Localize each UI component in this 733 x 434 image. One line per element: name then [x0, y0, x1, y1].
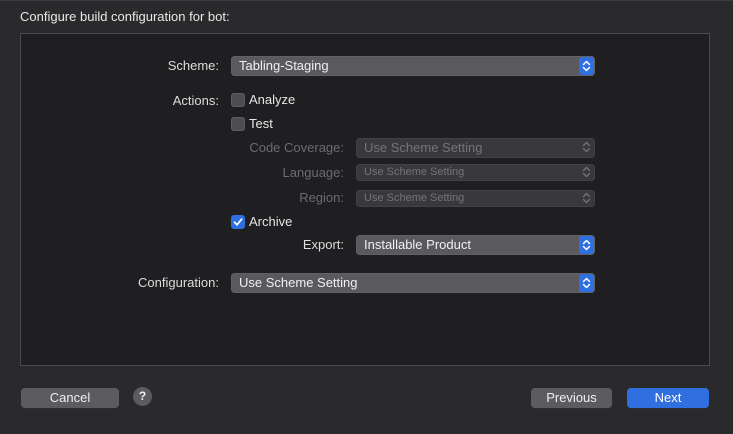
test-label: Test [249, 116, 273, 131]
dialog-title: Configure build configuration for bot: [20, 9, 230, 24]
test-checkbox[interactable] [231, 117, 245, 131]
help-button[interactable]: ? [133, 387, 152, 406]
export-popup[interactable]: Installable Product [356, 235, 595, 255]
region-label: Region: [299, 190, 344, 205]
analyze-checkbox[interactable] [231, 93, 245, 107]
popup-chevrons-icon [579, 236, 594, 254]
actions-label: Actions: [172, 93, 219, 108]
configuration-value: Use Scheme Setting [239, 275, 358, 290]
scheme-popup[interactable]: Tabling-Staging [231, 56, 595, 76]
next-button[interactable]: Next [627, 388, 709, 408]
cancel-button[interactable]: Cancel [21, 388, 119, 408]
code-coverage-popup[interactable]: Use Scheme Setting [356, 138, 595, 158]
region-popup[interactable]: Use Scheme Setting [356, 190, 595, 207]
popup-chevrons-icon [582, 191, 591, 211]
previous-button[interactable]: Previous [531, 388, 612, 408]
popup-chevrons-icon [582, 140, 591, 160]
language-value: Use Scheme Setting [364, 166, 465, 178]
code-coverage-label: Code Coverage: [249, 140, 344, 155]
scheme-label: Scheme: [167, 58, 219, 73]
popup-chevrons-icon [582, 165, 591, 185]
language-popup[interactable]: Use Scheme Setting [356, 164, 595, 181]
scheme-value: Tabling-Staging [239, 58, 329, 73]
configuration-label: Configuration: [138, 275, 219, 290]
export-label: Export: [302, 237, 344, 252]
analyze-label: Analyze [249, 92, 296, 107]
configuration-popup[interactable]: Use Scheme Setting [231, 273, 595, 293]
window-top-edge [0, 0, 733, 1]
archive-checkbox[interactable] [231, 215, 245, 229]
export-value: Installable Product [364, 237, 471, 252]
archive-label: Archive [249, 214, 293, 229]
popup-chevrons-icon [579, 274, 594, 292]
popup-chevrons-icon [579, 57, 594, 75]
configuration-panel: Scheme: Tabling-Staging Actions: Analyze… [20, 33, 710, 366]
code-coverage-value: Use Scheme Setting [364, 140, 483, 155]
region-value: Use Scheme Setting [364, 192, 465, 204]
language-label: Language: [282, 165, 344, 180]
checkmark-icon [233, 218, 243, 226]
